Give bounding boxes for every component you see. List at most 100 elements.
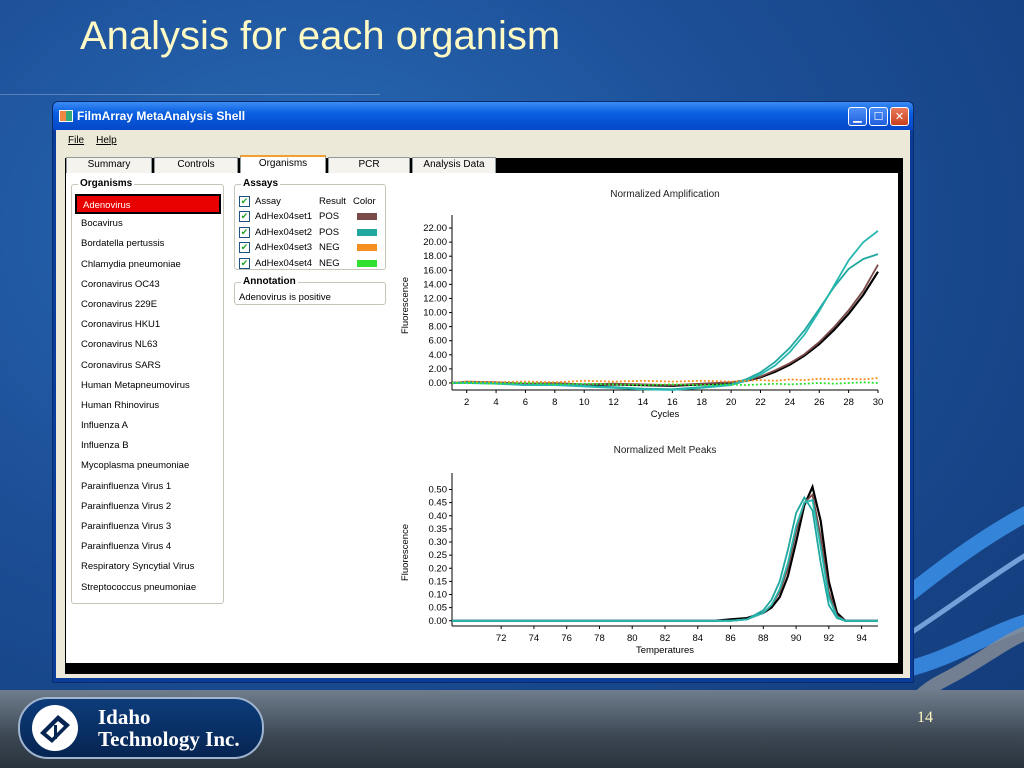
chart-title: Normalized Amplification — [610, 189, 720, 200]
series-line — [452, 230, 879, 391]
y-tick-label: 12.00 — [423, 293, 447, 304]
assay-result: POS — [319, 226, 340, 238]
window-title: FilmArray MetaAnalysis Shell — [77, 109, 246, 123]
x-tick-label: 80 — [627, 633, 638, 644]
organism-list-item[interactable]: Parainfluenza Virus 3 — [75, 517, 221, 537]
y-tick-label: 0.10 — [429, 590, 448, 601]
organism-list-item[interactable]: Coronavirus NL63 — [75, 335, 221, 355]
slide-title: Analysis for each organism — [80, 14, 561, 58]
y-tick-label: 16.00 — [423, 265, 447, 276]
series-line — [451, 271, 879, 387]
minimize-icon: ▁ — [853, 110, 862, 123]
y-tick-label: 4.00 — [429, 350, 448, 361]
x-tick-label: 20 — [726, 397, 737, 408]
organism-list-item[interactable]: Influenza A — [75, 416, 221, 436]
menu-help[interactable]: Help — [96, 135, 117, 146]
y-tick-label: 2.00 — [429, 364, 448, 375]
y-tick-label: 0.00 — [429, 378, 448, 389]
maximize-icon: ☐ — [873, 110, 884, 123]
organism-list-item[interactable]: Parainfluenza Virus 2 — [75, 497, 221, 517]
organism-list-item[interactable]: Respiratory Syncytial Virus — [75, 557, 221, 577]
organism-list-item[interactable]: Coronavirus SARS — [75, 356, 221, 376]
y-tick-label: 14.00 — [423, 279, 447, 290]
x-tick-label: 18 — [696, 397, 707, 408]
close-button[interactable]: ✕ — [890, 106, 909, 126]
organism-list-item[interactable]: Coronavirus 229E — [75, 295, 221, 315]
assay-checkbox[interactable]: ✔ — [239, 226, 250, 238]
assay-header-checkbox[interactable]: ✔ — [239, 196, 250, 207]
y-tick-label: 0.50 — [429, 485, 448, 496]
x-tick-label: 22 — [755, 397, 766, 408]
title-bar[interactable]: FilmArray MetaAnalysis Shell ▁ ☐ ✕ — [53, 102, 913, 130]
assay-result: NEG — [319, 242, 340, 253]
assay-row: ✔ AdHex04set2 POS — [239, 225, 385, 240]
series-line — [451, 264, 879, 387]
assay-color-swatch — [357, 228, 377, 236]
tab-analysis-data[interactable]: Analysis Data — [412, 157, 496, 173]
maximize-button[interactable]: ☐ — [869, 106, 888, 126]
series-line — [451, 377, 879, 384]
x-tick-label: 14 — [638, 397, 649, 408]
organism-list-item[interactable]: Human Metapneumovirus — [75, 376, 221, 396]
x-tick-label: 90 — [791, 633, 802, 644]
assays-header-row: ✔ Assay Result Color — [239, 194, 385, 209]
assay-checkbox[interactable]: ✔ — [239, 257, 250, 269]
organism-list-item[interactable]: Bocavirus — [75, 214, 221, 234]
tab-controls[interactable]: Controls — [154, 157, 238, 173]
organism-list-item[interactable]: Bordatella pertussis — [75, 234, 221, 254]
assay-checkbox[interactable]: ✔ — [239, 242, 250, 253]
y-tick-label: 6.00 — [429, 336, 448, 347]
app-icon — [59, 110, 73, 122]
logo-line2: Technology Inc. — [98, 727, 240, 751]
company-logo-icon — [32, 705, 78, 751]
organism-list-item[interactable]: Influenza B — [75, 436, 221, 456]
organism-list-item[interactable]: Coronavirus HKU1 — [75, 315, 221, 335]
x-tick-label: 28 — [843, 397, 854, 408]
x-tick-label: 30 — [873, 397, 884, 408]
assays-group-title: Assays — [241, 178, 281, 189]
organism-list-item[interactable]: Adenovirus — [75, 194, 221, 215]
assay-color-swatch — [357, 259, 377, 267]
series-line — [452, 495, 878, 622]
assay-result: POS — [319, 211, 340, 222]
x-tick-label: 84 — [692, 633, 703, 644]
x-axis-label: Temperatures — [636, 645, 694, 656]
tab-pcr[interactable]: PCR — [328, 157, 410, 173]
y-tick-label: 0.25 — [429, 550, 448, 561]
assay-color-swatch — [357, 244, 377, 251]
title-rule — [0, 94, 380, 95]
organism-list-item[interactable]: Parainfluenza Virus 4 — [75, 537, 221, 557]
app-window: FilmArray MetaAnalysis Shell ▁ ☐ ✕ File … — [52, 101, 914, 683]
x-tick-label: 4 — [493, 397, 498, 408]
x-tick-label: 94 — [856, 633, 867, 644]
organism-list-item[interactable]: Parainfluenza Virus 1 — [75, 477, 221, 497]
x-tick-label: 78 — [594, 633, 605, 644]
y-tick-label: 0.20 — [429, 563, 448, 574]
minimize-button[interactable]: ▁ — [848, 106, 867, 126]
page-number: 14 — [917, 709, 933, 726]
x-tick-label: 10 — [579, 397, 590, 408]
organism-list-item[interactable]: Streptococcus pneumoniae — [75, 578, 221, 598]
x-tick-label: 8 — [552, 397, 557, 408]
color-column-header: Color — [353, 196, 376, 207]
y-tick-label: 0.05 — [429, 603, 448, 614]
assay-name: AdHex04set3 — [255, 242, 313, 253]
menu-file[interactable]: File — [68, 135, 84, 146]
tab-summary[interactable]: Summary — [66, 157, 152, 173]
organisms-tab-panel: Organisms Adenovirus Bocavirus Bordatella … — [66, 173, 898, 663]
melt-peaks-chart: Normalized Melt Peaks 0.00 0.05 0.10 0.15 0.2… — [400, 445, 878, 656]
y-tick-label: 0.15 — [429, 576, 448, 587]
organism-list-item[interactable]: Chlamydia pneumoniae — [75, 255, 221, 275]
x-tick-label: 76 — [561, 633, 572, 644]
menu-bar: File Help — [56, 130, 910, 150]
tab-organisms[interactable]: Organisms — [240, 155, 326, 173]
organisms-group: Organisms Adenovirus Bocavirus Bordatella … — [71, 178, 224, 604]
y-tick-label: 8.00 — [429, 322, 448, 333]
x-tick-label: 24 — [785, 397, 796, 408]
organism-list-item[interactable]: Human Rhinovirus — [75, 396, 221, 416]
x-tick-label: 88 — [758, 633, 769, 644]
organism-list-item[interactable]: Coronavirus OC43 — [75, 275, 221, 295]
assay-column-header: Assay — [255, 196, 281, 207]
organism-list-item[interactable]: Mycoplasma pneumoniae — [75, 456, 221, 476]
assay-checkbox[interactable]: ✔ — [239, 211, 250, 222]
